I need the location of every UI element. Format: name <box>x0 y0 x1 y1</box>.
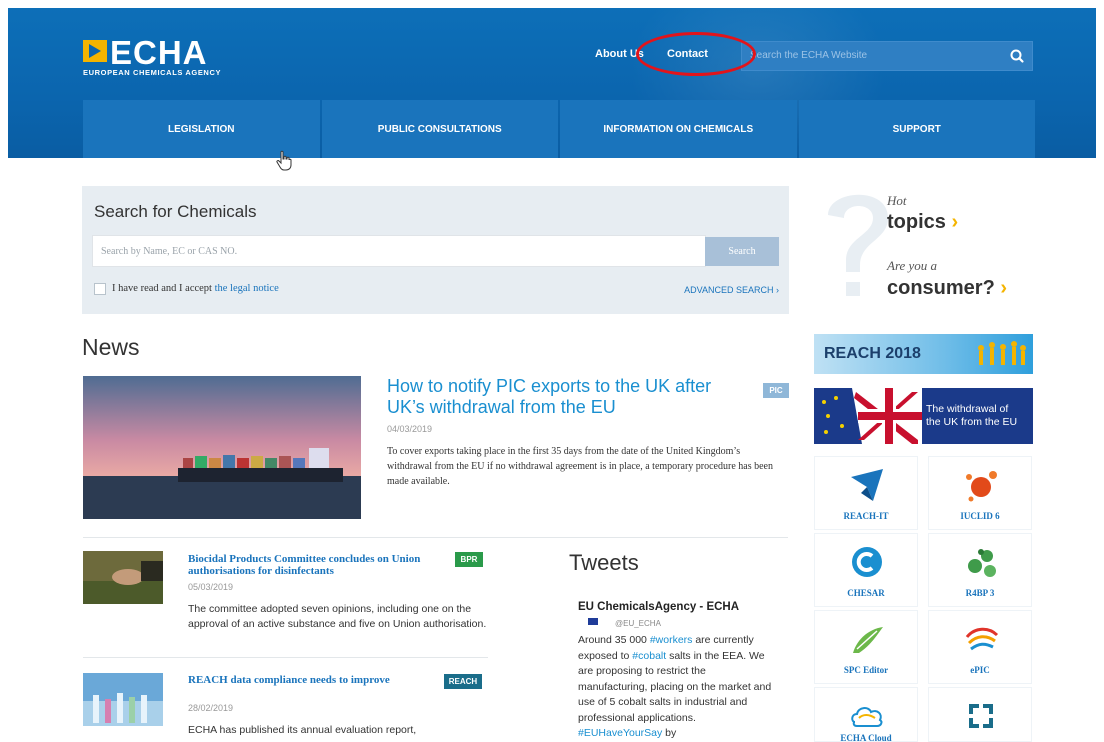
news-item-summary: ECHA has published its annual evaluation… <box>188 724 417 736</box>
reach-2018-banner[interactable]: REACH 2018 <box>814 334 1033 374</box>
reach-it-icon <box>851 469 883 501</box>
chemical-search-button[interactable]: Search <box>705 237 779 266</box>
consumer-line1: Are you a <box>887 258 938 273</box>
hot-topics-link[interactable]: topics › <box>887 211 958 234</box>
tool-tile-spc-editor[interactable]: SPC Editor <box>814 610 918 684</box>
nav-item-support[interactable]: SUPPORT <box>798 100 1035 158</box>
divider <box>83 657 488 658</box>
hot-topics-line1: Hot <box>887 193 907 208</box>
news-item-image[interactable] <box>83 551 163 604</box>
tweet-author-name[interactable]: EU ChemicalsAgency - ECHA <box>578 601 739 613</box>
news-item-title[interactable]: REACH data compliance needs to improve <box>188 674 408 686</box>
tweet-author-handle[interactable]: @EU_ECHA <box>615 619 661 628</box>
people-icon <box>978 341 1026 365</box>
cloud-icon <box>851 707 883 727</box>
uk-withdrawal-text: The withdrawal of the UK from the EU <box>926 403 1018 428</box>
epic-icon <box>965 627 999 651</box>
legal-notice-link[interactable]: the legal notice <box>215 283 279 294</box>
hashtag-link[interactable]: #workers <box>650 634 693 646</box>
chemical-search-title: Search for Chemicals <box>94 202 257 221</box>
chevron-right-icon: › <box>1000 277 1008 299</box>
tweets-heading: Tweets <box>569 550 639 575</box>
nav-item-information-on-chemicals[interactable]: INFORMATION ON CHEMICALS <box>560 100 797 158</box>
hashtag-link[interactable]: #EUHaveYourSay <box>578 727 662 739</box>
tweet-text: Around 35 000 #workers are currently exp… <box>578 634 772 739</box>
hashtag-link[interactable]: #cobalt <box>632 650 666 662</box>
news-item-date: 05/03/2019 <box>188 582 234 592</box>
tag-reach-badge: REACH <box>444 674 482 689</box>
reach-2018-label: REACH 2018 <box>824 345 921 362</box>
chemical-search-placeholder: Search by Name, EC or CAS NO. <box>101 246 238 257</box>
eu-flag-icon <box>588 618 598 625</box>
logo-subtitle: EUROPEAN CHEMICALS AGENCY <box>83 68 222 77</box>
iuclid-icon <box>966 471 997 502</box>
news-item-title[interactable]: Biocidal Products Committee concludes on… <box>188 553 448 577</box>
chesar-icon <box>852 547 882 577</box>
tag-pic-badge: PIC <box>763 383 789 398</box>
tool-tile-chesar[interactable]: CHESAR <box>814 533 918 607</box>
news-heading: News <box>82 334 140 360</box>
main-nav: LEGISLATION PUBLIC CONSULTATIONS INFORMA… <box>83 100 1035 158</box>
news-main-title[interactable]: How to notify PIC exports to the UK afte… <box>387 376 747 418</box>
question-mark-icon <box>828 194 888 296</box>
advanced-search-link[interactable]: ADVANCED SEARCH › <box>684 285 779 295</box>
logo-name: ECHA <box>110 34 208 71</box>
chevron-right-icon: › <box>951 211 959 233</box>
tool-tile-iuclid-6[interactable]: IUCLID 6 <box>928 456 1032 530</box>
tool-tile-epic[interactable]: ePIC <box>928 610 1032 684</box>
news-main-summary: To cover exports taking place in the fir… <box>387 446 773 487</box>
site-header: ECHA EUROPEAN CHEMICALS AGENCY About Us … <box>8 8 1096 158</box>
divider <box>83 537 788 538</box>
cargo-ship-image <box>83 376 361 519</box>
site-search-box[interactable]: Search the ECHA Website <box>741 41 1033 71</box>
chemical-search-input[interactable]: Search by Name, EC or CAS NO. <box>92 235 706 267</box>
spc-editor-icon <box>853 627 883 653</box>
tag-bpr-badge: BPR <box>455 552 483 567</box>
echa-homepage: ECHA EUROPEAN CHEMICALS AGENCY About Us … <box>0 0 1104 742</box>
chemical-search-panel: Search for Chemicals Search by Name, EC … <box>82 186 789 314</box>
nav-item-public-consultations[interactable]: PUBLIC CONSULTATIONS <box>321 100 558 158</box>
contact-highlight-annotation <box>636 32 756 76</box>
news-item-date: 28/02/2019 <box>188 703 234 713</box>
consumer-link[interactable]: consumer? › <box>887 277 1007 300</box>
site-search-input[interactable]: Search the ECHA Website <box>750 50 867 61</box>
legal-notice-checkbox[interactable] <box>94 283 106 295</box>
r4bp-icon <box>968 549 996 577</box>
news-item-image[interactable] <box>83 673 163 726</box>
search-icon[interactable] <box>1008 47 1026 65</box>
news-main-image[interactable] <box>83 376 361 519</box>
news-main-date: 04/03/2019 <box>387 424 433 434</box>
uk-withdrawal-banner[interactable]: The withdrawal of the UK from the EU <box>814 388 1033 444</box>
grid-tool-icon <box>969 704 993 728</box>
tool-tile-r4bp-3[interactable]: R4BP 3 <box>928 533 1032 607</box>
hand-cursor-icon <box>276 150 292 171</box>
echa-logo-mark <box>83 40 107 62</box>
tool-tile-echa-cloud[interactable]: ECHA Cloud <box>814 687 918 742</box>
tool-tile-reach-it[interactable]: REACH-IT <box>814 456 918 530</box>
legal-notice-prefix: I have read and I accept <box>112 283 212 294</box>
echa-logo[interactable]: ECHA EUROPEAN CHEMICALS AGENCY <box>83 34 253 88</box>
tool-tile-unlabeled[interactable] <box>928 687 1032 742</box>
eu-uk-flag-image <box>814 388 922 444</box>
legal-notice-label: I have read and I accept the legal notic… <box>112 283 279 294</box>
news-item-summary: The committee adopted seven opinions, in… <box>188 603 487 630</box>
